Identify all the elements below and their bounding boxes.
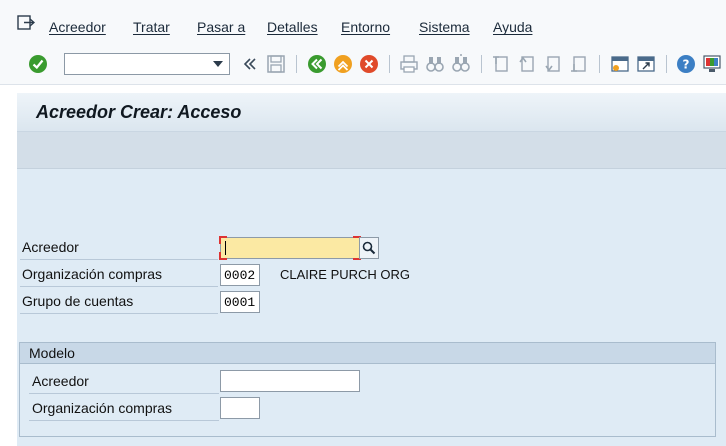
svg-text:?: ? [683,58,690,72]
menu-bar: Acreedor Tratar Pasar a Detalles Entorno… [0,0,726,46]
menu-detalles[interactable]: Detalles [267,19,318,35]
modelo-acreedor-field[interactable] [220,370,360,392]
exit-orange-icon[interactable] [333,54,353,74]
enter-checkmark-icon[interactable] [28,54,48,74]
modelo-acreedor-label: Acreedor [32,373,89,389]
cancel-red-icon[interactable] [359,54,379,74]
first-page-icon[interactable] [491,54,511,74]
org-compras-label: Organización compras [22,266,163,282]
work-area: Acreedor Crear: Acceso Acreedor Organiza… [17,93,726,446]
prev-page-icon[interactable] [517,54,537,74]
back-double-arrow-icon[interactable] [240,54,260,74]
grupo-cuentas-field[interactable]: 0001 [220,291,260,313]
layout-menu-icon[interactable] [702,54,722,74]
toolbar-separator [389,55,390,73]
find-icon[interactable] [425,54,445,74]
modelo-group-header: Modelo [20,343,715,364]
find-next-icon[interactable] [451,54,471,74]
menu-acreedor[interactable]: Acreedor [49,19,106,35]
command-field[interactable] [64,53,230,75]
menu-exit-icon[interactable] [17,15,35,31]
menu-pasar-a[interactable]: Pasar a [197,19,245,35]
command-input[interactable] [65,54,213,74]
next-page-icon[interactable] [543,54,563,74]
last-page-icon[interactable] [569,54,589,74]
chevron-down-icon[interactable] [213,61,223,67]
create-session-icon[interactable] [610,54,630,74]
grupo-cuentas-label: Grupo de cuentas [22,293,134,309]
label-underline [29,393,219,394]
application-toolbar [17,132,726,169]
search-help-button[interactable] [359,237,379,259]
help-icon[interactable]: ? [676,54,696,74]
modelo-org-compras-field[interactable] [220,397,260,419]
label-underline [20,259,218,260]
title-bar: Acreedor Crear: Acceso [17,93,726,132]
label-underline [20,286,218,287]
modelo-group: Modelo Acreedor Organización compras [19,342,716,437]
standard-toolbar: ? [0,46,726,85]
label-underline [20,313,218,314]
page-title: Acreedor Crear: Acceso [36,102,242,122]
toolbar-separator [599,55,600,73]
menu-ayuda[interactable]: Ayuda [493,19,532,35]
modelo-org-compras-label: Organización compras [32,400,173,416]
required-marker [219,252,227,260]
menu-entorno[interactable]: Entorno [341,19,390,35]
print-icon[interactable] [399,54,419,74]
save-icon[interactable] [266,54,286,74]
toolbar-separator [666,55,667,73]
menu-sistema[interactable]: Sistema [419,19,470,35]
toolbar-separator [296,55,297,73]
org-compras-description: CLAIRE PURCH ORG [280,267,411,282]
shortcut-icon[interactable] [636,54,656,74]
required-marker [219,236,227,244]
acreedor-field[interactable] [219,236,361,260]
acreedor-label: Acreedor [22,239,79,255]
label-underline [29,420,219,421]
search-icon [362,241,376,255]
org-compras-field[interactable]: 0002 [220,264,260,286]
menu-tratar[interactable]: Tratar [133,19,170,35]
modelo-group-title: Modelo [29,345,75,361]
toolbar-separator [481,55,482,73]
back-green-icon[interactable] [307,54,327,74]
